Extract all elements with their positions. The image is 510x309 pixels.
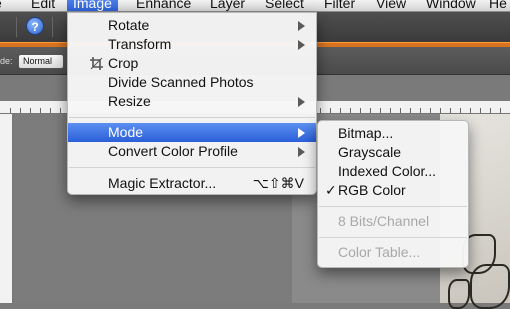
menu-item-label: Crop xyxy=(108,55,139,71)
submenu-arrow-icon xyxy=(298,21,305,31)
menu-file[interactable]: e xyxy=(0,0,2,11)
menu-image[interactable]: Image xyxy=(67,0,118,11)
menu-item-label: Resize xyxy=(108,93,151,109)
submenu-arrow-icon xyxy=(298,40,305,50)
blend-mode-label: de: xyxy=(0,56,13,66)
menu-item-label: Grayscale xyxy=(338,144,402,160)
mode-submenu: Bitmap... Grayscale Indexed Color... ✓ R… xyxy=(317,120,469,268)
menu-edit[interactable]: Edit xyxy=(31,0,55,11)
menu-item-convert-color-profile[interactable]: Convert Color Profile xyxy=(68,142,316,161)
menu-select[interactable]: Select xyxy=(265,0,304,11)
menu-item-grayscale[interactable]: Grayscale xyxy=(318,143,468,162)
menu-enhance[interactable]: Enhance xyxy=(136,0,191,11)
image-menu: Rotate Transform Crop Divide Scanned Pho… xyxy=(67,12,317,195)
menu-item-label: Indexed Color... xyxy=(338,163,437,179)
help-button[interactable]: ? xyxy=(26,17,44,35)
menu-item-shortcut: ⌥⇧⌘V xyxy=(252,175,304,191)
submenu-arrow-icon xyxy=(298,128,305,138)
menu-separator xyxy=(319,206,467,207)
menu-item-bitmap[interactable]: Bitmap... xyxy=(318,124,468,143)
menu-item-label: Divide Scanned Photos xyxy=(108,74,254,90)
menu-bar: e Edit Image Enhance Layer Select Filter… xyxy=(0,0,510,12)
menu-item-label: Mode xyxy=(108,124,144,140)
menu-item-indexed-color[interactable]: Indexed Color... xyxy=(318,162,468,181)
blend-mode-select[interactable]: Normal xyxy=(18,54,64,69)
menu-item-label: Transform xyxy=(108,36,172,52)
toolbar-divider xyxy=(52,17,53,37)
menu-layer[interactable]: Layer xyxy=(210,0,245,11)
menu-item-label: Bitmap... xyxy=(338,125,394,141)
menu-item-mode[interactable]: Mode xyxy=(68,123,316,142)
submenu-arrow-icon xyxy=(298,147,305,157)
menu-item-divide-scanned-photos[interactable]: Divide Scanned Photos xyxy=(68,73,316,92)
menu-item-label: Convert Color Profile xyxy=(108,143,238,159)
checkmark-icon: ✓ xyxy=(325,182,337,198)
menu-help[interactable]: He xyxy=(489,0,507,11)
menu-item-label: Color Table... xyxy=(338,244,421,260)
menu-separator xyxy=(69,167,315,168)
menu-item-label: 8 Bits/Channel xyxy=(338,213,430,229)
menu-item-color-table: Color Table... xyxy=(318,243,468,262)
menu-item-label: Rotate xyxy=(108,17,150,33)
submenu-arrow-icon xyxy=(298,97,305,107)
toolbar-divider xyxy=(16,17,17,37)
menu-item-8-bits-channel: 8 Bits/Channel xyxy=(318,212,468,231)
menu-item-crop[interactable]: Crop xyxy=(68,54,316,73)
menu-separator xyxy=(69,117,315,118)
vertical-ruler xyxy=(0,114,13,303)
menu-item-transform[interactable]: Transform xyxy=(68,35,316,54)
menu-item-resize[interactable]: Resize xyxy=(68,92,316,111)
menu-filter[interactable]: Filter xyxy=(324,0,355,11)
menu-separator xyxy=(319,237,467,238)
menu-item-label: Magic Extractor... xyxy=(108,175,217,191)
menu-window[interactable]: Window xyxy=(426,0,476,11)
menu-item-magic-extractor[interactable]: Magic Extractor... ⌥⇧⌘V xyxy=(68,174,316,193)
crop-icon xyxy=(90,57,103,70)
menu-view[interactable]: View xyxy=(376,0,406,11)
menu-item-label: RGB Color xyxy=(338,182,406,198)
menu-item-rotate[interactable]: Rotate xyxy=(68,16,316,35)
menu-item-rgb-color[interactable]: ✓ RGB Color xyxy=(318,181,468,200)
